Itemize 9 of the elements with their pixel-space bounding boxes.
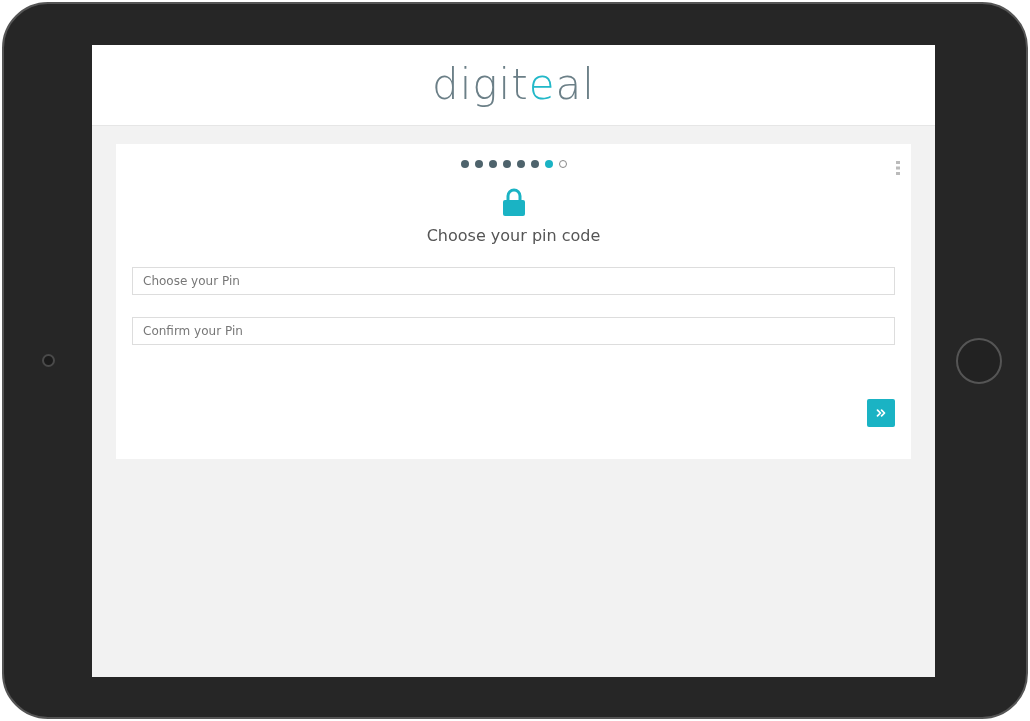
more-menu-icon[interactable] xyxy=(895,159,901,176)
logo: digiteal xyxy=(432,60,595,109)
next-button[interactable] xyxy=(867,398,895,427)
lock-icon xyxy=(502,187,525,216)
pin-input-field[interactable]: Choose your Pin xyxy=(132,266,895,295)
camera-icon xyxy=(41,354,55,367)
card-title: Choose your pin code xyxy=(425,225,602,245)
pin-input-field[interactable]: Confirm your Pin xyxy=(132,316,895,345)
home-button[interactable] xyxy=(956,337,1002,384)
